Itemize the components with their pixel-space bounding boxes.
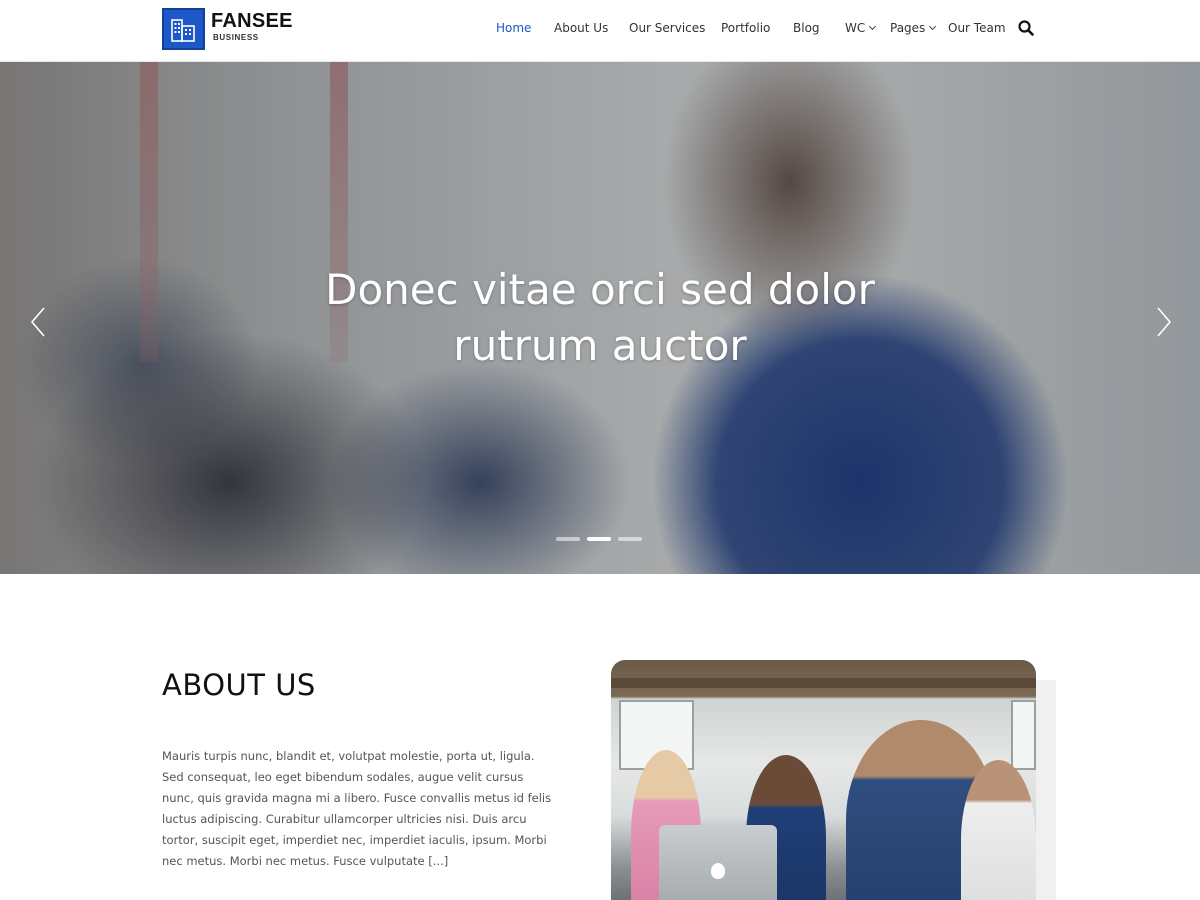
chevron-down-icon bbox=[929, 22, 937, 31]
nav-item-pages[interactable]: Pages bbox=[890, 21, 937, 35]
nav-item-wc-label: WC bbox=[845, 21, 866, 35]
chevron-left-icon[interactable] bbox=[26, 302, 54, 342]
chevron-right-icon[interactable] bbox=[1150, 302, 1178, 342]
nav-item-pages-label: Pages bbox=[890, 21, 926, 35]
search-icon[interactable] bbox=[1018, 20, 1034, 36]
nav-item-about-us[interactable]: About Us bbox=[554, 21, 608, 35]
about-image bbox=[611, 660, 1036, 900]
slider-dot[interactable] bbox=[556, 537, 580, 541]
slide-title-line-2: rutrum auctor bbox=[453, 321, 747, 370]
image-person bbox=[961, 760, 1036, 900]
site-header: FANSEE BUSINESS Home About Us Our Servic… bbox=[0, 0, 1200, 62]
main-nav: Home About Us Our Services Portfolio Blo… bbox=[0, 0, 1200, 62]
image-ceiling-beam bbox=[611, 678, 1036, 688]
slide-title: Donec vitae orci sed dolor rutrum auctor bbox=[0, 262, 1200, 374]
nav-item-our-team[interactable]: Our Team bbox=[948, 21, 1006, 35]
apple-logo-icon bbox=[711, 863, 725, 879]
nav-item-home[interactable]: Home bbox=[496, 21, 531, 35]
slider-pagination bbox=[556, 537, 642, 541]
nav-item-our-services[interactable]: Our Services bbox=[629, 21, 705, 35]
image-laptop bbox=[659, 825, 777, 900]
slider-dot[interactable] bbox=[618, 537, 642, 541]
hero-slider: Donec vitae orci sed dolor rutrum auctor bbox=[0, 62, 1200, 574]
chevron-down-icon bbox=[869, 22, 877, 31]
nav-item-portfolio[interactable]: Portfolio bbox=[721, 21, 770, 35]
nav-item-blog[interactable]: Blog bbox=[793, 21, 820, 35]
nav-item-wc[interactable]: WC bbox=[845, 21, 877, 35]
slide-title-line-1: Donec vitae orci sed dolor bbox=[325, 265, 875, 314]
about-text: Mauris turpis nunc, blandit et, volutpat… bbox=[162, 749, 552, 868]
image-window bbox=[1011, 700, 1036, 770]
slider-dot-active[interactable] bbox=[587, 537, 611, 541]
about-title: ABOUT US bbox=[162, 668, 316, 702]
